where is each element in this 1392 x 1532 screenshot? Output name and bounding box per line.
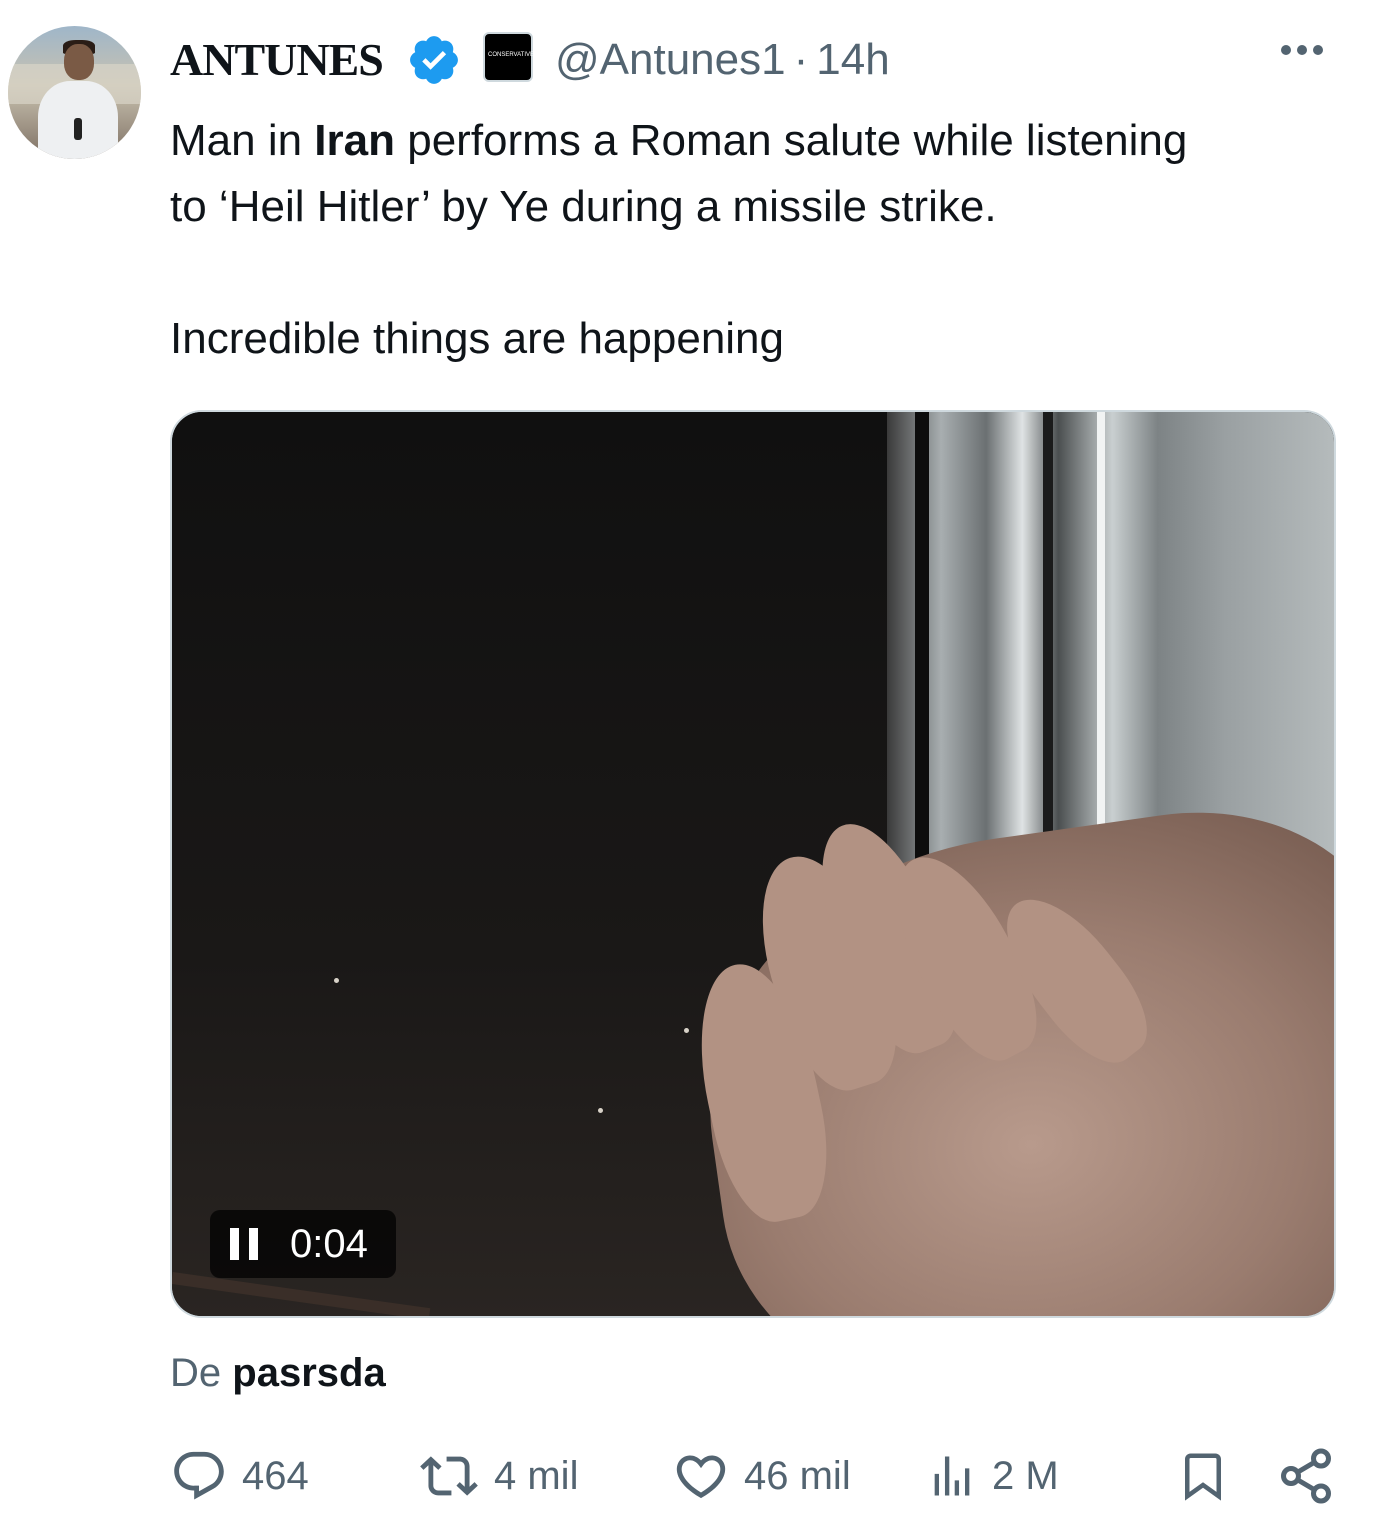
tweet-meta: @Antunes1 · 14h <box>555 34 890 86</box>
affiliation-badge[interactable]: CONSERVATIVE <box>483 32 535 82</box>
share-icon <box>1281 1448 1331 1504</box>
tweet-text: Man in Iran performs a Roman salute whil… <box>170 108 1350 372</box>
affiliation-badge-label: CONSERVATIVE <box>488 52 535 58</box>
tweet-text-bold: Iran <box>314 116 395 165</box>
views-count: 2 M <box>992 1454 1059 1498</box>
video-player[interactable]: 0:04 <box>170 410 1336 1318</box>
source-prefix: De <box>170 1351 222 1395</box>
share-button[interactable] <box>1276 1448 1336 1504</box>
like-button[interactable]: 46 mil <box>672 1448 851 1504</box>
reply-icon <box>174 1451 224 1500</box>
video-source-attribution: De pasrsda <box>170 1348 386 1398</box>
pause-icon[interactable] <box>230 1228 260 1260</box>
views-icon <box>934 1456 970 1496</box>
video-elapsed-time: 0:04 <box>290 1222 368 1266</box>
views-button[interactable]: 2 M <box>926 1448 1059 1504</box>
source-account[interactable]: pasrsda <box>232 1351 385 1395</box>
repost-count: 4 mil <box>494 1454 579 1498</box>
bookmark-icon <box>1185 1453 1221 1501</box>
more-icon[interactable] <box>1278 42 1334 72</box>
author-handle[interactable]: @Antunes1 <box>555 35 786 84</box>
bookmark-button[interactable] <box>1176 1448 1230 1504</box>
tweet-text-line-3: Incredible things are happening <box>170 314 785 363</box>
meta-separator: · <box>793 35 809 84</box>
tweet-text-line-1-post: performs a Roman salute while listening <box>395 116 1188 165</box>
timestamp[interactable]: 14h <box>816 35 889 84</box>
video-timer[interactable]: 0:04 <box>210 1210 396 1278</box>
avatar[interactable] <box>8 26 141 159</box>
like-count: 46 mil <box>744 1454 851 1498</box>
verified-badge-icon <box>410 36 458 84</box>
reply-button[interactable]: 464 <box>170 1448 309 1504</box>
repost-icon <box>420 1456 478 1496</box>
repost-button[interactable]: 4 mil <box>418 1448 578 1504</box>
tweet-text-line-2: to ‘Heil Hitler’ by Ye during a missile … <box>170 182 997 231</box>
tweet-text-line-1-pre: Man in <box>170 116 315 165</box>
author-name[interactable]: ANTUNES <box>170 34 384 86</box>
tweet-text-line-1: Man in Iran performs a Roman salute whil… <box>170 108 1350 174</box>
heart-icon <box>676 1455 726 1499</box>
reply-count: 464 <box>242 1454 309 1498</box>
